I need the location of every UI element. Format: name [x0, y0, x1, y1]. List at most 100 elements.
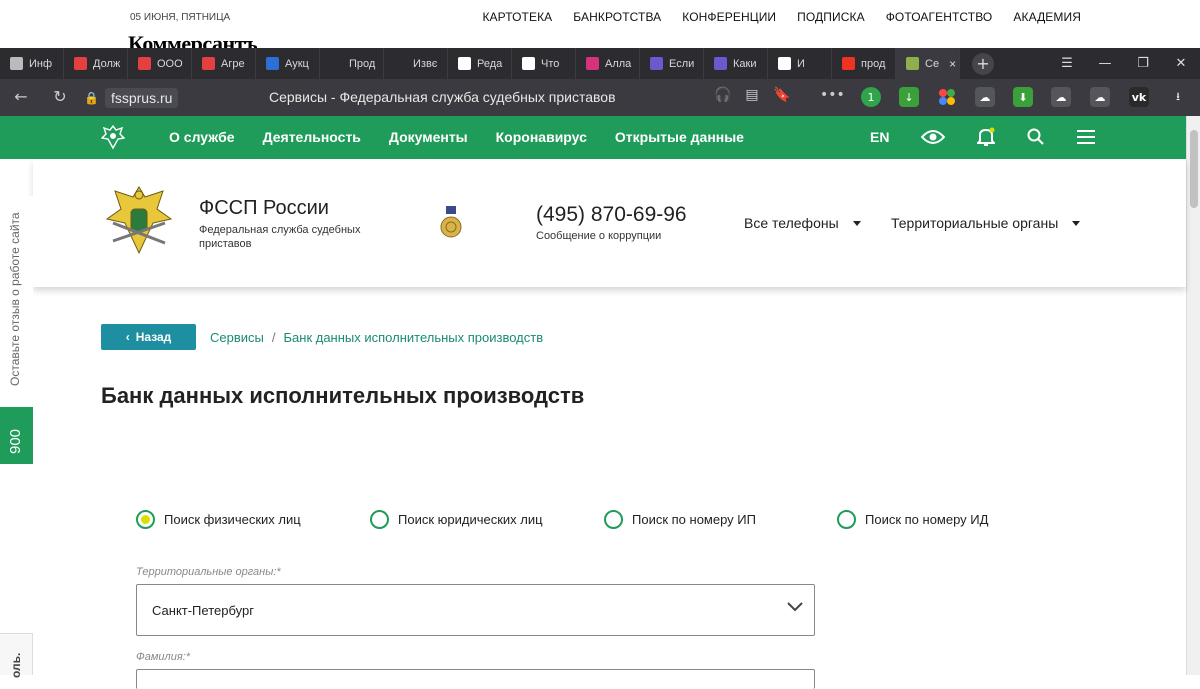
surname-field-label: Фамилия:*: [136, 651, 191, 663]
kommersant-nav-item[interactable]: ПОДПИСКА: [797, 10, 865, 24]
surname-input[interactable]: [136, 669, 815, 689]
fssp-emblem-icon[interactable]: [105, 183, 173, 261]
emblem-small-icon[interactable]: [101, 124, 125, 150]
reload-icon[interactable]: ↻: [50, 87, 70, 106]
tab-favicon-icon: [202, 57, 215, 70]
tab-menu-icon[interactable]: ☰: [1048, 56, 1086, 71]
nav-coronavirus[interactable]: Коронавирус: [496, 129, 587, 145]
radio-button[interactable]: [837, 510, 856, 529]
radio-individuals[interactable]: Поиск физических лиц: [136, 510, 301, 529]
bookmark-icon[interactable]: 🔖: [772, 87, 792, 103]
radio-legal-entities[interactable]: Поиск юридических лиц: [370, 510, 543, 529]
back-button[interactable]: ‹ Назад: [101, 324, 196, 350]
page-title-bar: Сервисы - Федеральная служба судебных пр…: [269, 89, 616, 105]
browser-tab[interactable]: Каки: [704, 48, 768, 79]
browser-tab[interactable]: ООО: [128, 48, 192, 79]
back-arrow-icon[interactable]: ←: [11, 87, 31, 106]
tab-favicon-icon: [522, 57, 535, 70]
radio-ip-number[interactable]: Поиск по номеру ИП: [604, 510, 756, 529]
tab-label: Инф: [29, 57, 53, 70]
extension-ghost-icon[interactable]: ☁: [1090, 87, 1110, 107]
browser-tab[interactable]: Долж: [64, 48, 128, 79]
browser-tab[interactable]: Извє: [384, 48, 448, 79]
side-widget[interactable]: оль.: [0, 633, 33, 678]
browser-tab[interactable]: Если: [640, 48, 704, 79]
all-phones-label: Все телефоны: [744, 215, 839, 231]
extension-shield-icon[interactable]: 1: [861, 87, 881, 107]
tab-label: Агре: [221, 57, 245, 70]
radio-label: Поиск по номеру ИП: [632, 512, 756, 527]
breadcrumb-services[interactable]: Сервисы: [210, 330, 264, 345]
browser-tab[interactable]: Агре: [192, 48, 256, 79]
kommersant-nav-item[interactable]: КОНФЕРЕНЦИИ: [682, 10, 776, 24]
extension-dots-icon[interactable]: [937, 87, 957, 107]
org-title[interactable]: ФССП России: [199, 197, 329, 220]
caret-down-icon: [852, 220, 861, 226]
search-mode-group: Поиск физических лиц Поиск юридических л…: [136, 510, 1016, 532]
new-tab-button[interactable]: +: [972, 52, 994, 75]
kommersant-nav-item[interactable]: ФОТОАГЕНТСТВО: [886, 10, 993, 24]
breadcrumb-current[interactable]: Банк данных исполнительных производств: [284, 330, 544, 345]
browser-tab[interactable]: Реда: [448, 48, 512, 79]
search-icon[interactable]: [1027, 128, 1045, 146]
downloads-icon[interactable]: ⭳: [1168, 87, 1188, 107]
browser-tab[interactable]: И: [768, 48, 832, 79]
reader-icon[interactable]: ▤: [742, 87, 762, 103]
nav-about[interactable]: О службе: [169, 129, 235, 145]
kommersant-nav-item[interactable]: КАРТОТЕКА: [482, 10, 552, 24]
more-icon[interactable]: •••: [820, 87, 845, 103]
minimize-icon[interactable]: —: [1086, 56, 1124, 71]
nav-documents[interactable]: Документы: [389, 129, 468, 145]
browser-tab[interactable]: Что: [512, 48, 576, 79]
browser-tab[interactable]: прод: [832, 48, 896, 79]
short-number-badge[interactable]: 900: [0, 407, 33, 464]
browser-tab[interactable]: Алла: [576, 48, 640, 79]
radio-label: Поиск физических лиц: [164, 512, 301, 527]
close-window-icon[interactable]: ✕: [1162, 56, 1200, 71]
feedback-tab[interactable]: Оставьте отзыв о работе сайта: [0, 196, 33, 396]
main-menu: О службе Деятельность Документы Коронави…: [169, 129, 744, 145]
browser-tab[interactable]: Инф: [0, 48, 64, 79]
kommersant-nav-item[interactable]: АКАДЕМИЯ: [1013, 10, 1081, 24]
radio-button[interactable]: [604, 510, 623, 529]
tab-favicon-icon: [650, 57, 663, 70]
hotline-phone[interactable]: (495) 870-69-96: [536, 203, 687, 227]
extension-ghost-icon[interactable]: ☁: [975, 87, 995, 107]
bell-icon[interactable]: [977, 127, 996, 147]
tab-favicon-icon: [138, 57, 151, 70]
radio-id-number[interactable]: Поиск по номеру ИД: [837, 510, 988, 529]
kommersant-logo[interactable]: Коммерсантъ: [128, 30, 257, 48]
nav-activity[interactable]: Деятельность: [263, 129, 361, 145]
browser-tab-active[interactable]: Се ×: [896, 48, 960, 79]
page-scrollbar[interactable]: [1186, 116, 1200, 675]
hamburger-menu-icon[interactable]: [1077, 130, 1096, 144]
territorial-select-value: Санкт-Петербург: [152, 602, 254, 618]
extension-arrow-icon[interactable]: ⬇: [1013, 87, 1033, 107]
kommersant-nav-item[interactable]: БАНКРОТСТВА: [573, 10, 661, 24]
territorial-dropdown[interactable]: Территориальные органы: [891, 215, 1081, 231]
tab-close-icon[interactable]: ×: [949, 57, 956, 71]
site-header: ФССП России Федеральная служба судебных …: [33, 159, 1186, 287]
tab-favicon-icon: [330, 57, 343, 70]
vk-icon[interactable]: vk: [1129, 87, 1149, 107]
radio-button[interactable]: [370, 510, 389, 529]
all-phones-dropdown[interactable]: Все телефоны: [744, 215, 861, 231]
scrollbar-thumb[interactable]: [1190, 130, 1198, 208]
tab-favicon-icon: [458, 57, 471, 70]
headphones-icon[interactable]: 🎧: [713, 87, 733, 103]
extension-ghost-icon[interactable]: ☁: [1051, 87, 1071, 107]
url-text[interactable]: fssprus.ru: [104, 88, 179, 108]
browser-tab[interactable]: Прод: [320, 48, 384, 79]
nav-open-data[interactable]: Открытые данные: [615, 129, 744, 145]
restore-icon[interactable]: ❐: [1124, 56, 1162, 71]
language-switch[interactable]: EN: [870, 129, 889, 145]
hotline-caption: Сообщение о коррупции: [536, 230, 662, 242]
browser-tab[interactable]: Аукц: [256, 48, 320, 79]
eye-icon[interactable]: [921, 129, 946, 145]
tab-label: прод: [861, 57, 886, 70]
territorial-select[interactable]: Санкт-Петербург: [136, 584, 815, 636]
radio-button[interactable]: [136, 510, 155, 529]
url-field[interactable]: 🔒 fssprus.ru: [84, 86, 179, 110]
feedback-label: Оставьте отзыв о работе сайта: [8, 212, 22, 386]
extension-download-icon[interactable]: ↓: [899, 87, 919, 107]
